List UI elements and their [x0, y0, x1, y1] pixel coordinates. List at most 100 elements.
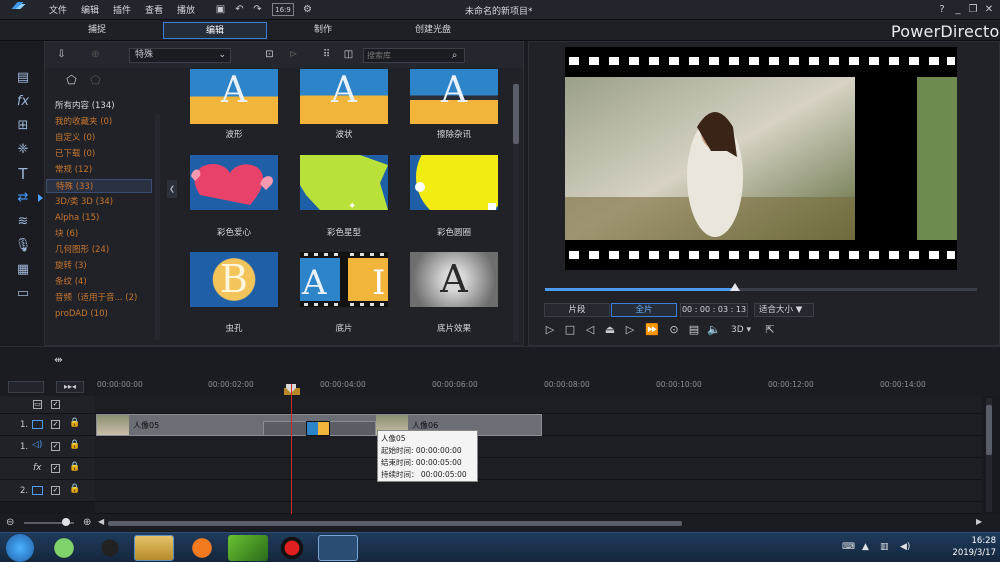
all-tracks-view-icon[interactable]: ▭ — [33, 400, 42, 409]
thumb-color-circle[interactable] — [410, 155, 498, 210]
timeline-horizontal-scrollbar-thumb[interactable] — [108, 521, 682, 526]
video-track-1-checkbox[interactable]: ✓ — [51, 420, 60, 429]
track-manager-button[interactable] — [8, 381, 44, 393]
thumb-noise-wipe[interactable]: A — [410, 69, 498, 124]
settings-gear-icon[interactable]: ⚙ — [301, 3, 314, 16]
menu-plugins[interactable]: 插件 — [113, 3, 131, 16]
play-icon[interactable]: ▷ — [542, 322, 558, 338]
timecode-display[interactable]: 00 : 00 : 03 : 13 — [680, 303, 748, 317]
fit-size-select[interactable]: 适合大小 ▼ — [754, 303, 814, 317]
zoom-in-icon[interactable]: ⊕ — [83, 517, 91, 528]
library-scrollbar-thumb[interactable] — [513, 84, 519, 144]
clip-mode-button[interactable]: 片段 — [544, 303, 610, 317]
thumb-color-star[interactable]: ✦ — [300, 155, 388, 210]
all-tracks-checkbox[interactable]: ✓ — [51, 400, 60, 409]
audio-mix-room-icon[interactable]: ≋ — [14, 213, 32, 231]
undock-preview-icon[interactable]: ⇱ — [762, 322, 778, 338]
tree-item-3d[interactable]: 3D/类 3D (34) — [55, 195, 151, 209]
keyboard-icon[interactable]: ⌨ — [842, 542, 855, 552]
menu-file[interactable]: 文件 — [49, 3, 67, 16]
transition-room-icon[interactable]: ⇄ — [14, 189, 32, 207]
volume-icon[interactable]: 🔈 — [706, 322, 722, 338]
thumb-wavy[interactable]: A — [300, 69, 388, 124]
grid-view-icon[interactable]: ⠿ — [320, 48, 333, 61]
tab-create-disc[interactable]: 创建光盘 — [388, 22, 478, 39]
add-tag-icon[interactable]: ⬠ — [65, 74, 78, 87]
media-room-icon[interactable]: ▤ — [14, 69, 32, 87]
fit-timeline-icon[interactable]: ⇹ — [52, 354, 65, 367]
tree-scrollbar[interactable] — [155, 114, 160, 340]
transition-thumbnail[interactable] — [306, 421, 330, 436]
app-360-icon[interactable] — [44, 535, 84, 561]
thumb-wave[interactable]: A — [190, 69, 278, 124]
help-icon[interactable]: ? — [936, 3, 948, 16]
tree-item-downloaded[interactable]: 已下载 (0) — [55, 147, 151, 161]
app-qq-icon[interactable] — [90, 535, 130, 561]
taskbar-clock[interactable]: 16:28 2019/3/17 — [932, 535, 996, 559]
network-icon[interactable]: ▥ — [880, 542, 889, 552]
thumb-film-effect[interactable]: A — [410, 252, 498, 307]
stop-icon[interactable]: □ — [562, 322, 578, 338]
fx-track-checkbox[interactable]: ✓ — [51, 464, 60, 473]
tree-item-prodad[interactable]: proDAD (10) — [55, 307, 151, 321]
category-select[interactable]: 特殊 ⌄ — [129, 48, 231, 63]
tree-item-alpha[interactable]: Alpha (15) — [55, 211, 151, 225]
lock-icon[interactable]: 🔒 — [69, 462, 80, 472]
tree-item-custom[interactable]: 自定义 (0) — [55, 131, 151, 145]
tab-edit[interactable]: 编辑 — [163, 22, 267, 39]
tray-expand-icon[interactable]: ▲ — [862, 542, 869, 552]
redo-icon[interactable]: ↷ — [251, 3, 264, 16]
tab-capture[interactable]: 捕捉 — [52, 22, 142, 39]
zoom-out-icon[interactable]: ⊖ — [6, 517, 14, 528]
subtitle-room-icon[interactable]: ▭ — [14, 285, 32, 303]
voiceover-room-icon[interactable]: 🎙 — [14, 237, 32, 255]
app-explorer-icon[interactable] — [134, 535, 174, 561]
search-icon[interactable]: ⌕ — [448, 49, 461, 62]
save-icon[interactable]: ▣ — [214, 3, 227, 16]
menu-edit[interactable]: 编辑 — [81, 3, 99, 16]
mark-icon[interactable]: ⏏ — [602, 322, 618, 338]
app-recorder-icon[interactable] — [272, 535, 312, 561]
lock-icon[interactable]: 🔒 — [69, 484, 80, 494]
particle-room-icon[interactable]: ❈ — [14, 141, 32, 159]
thumb-wormhole[interactable]: B — [190, 252, 278, 307]
audio-track-1-checkbox[interactable]: ✓ — [51, 442, 60, 451]
subtitle-icon[interactable]: ▤ — [686, 322, 702, 338]
new-tag-icon[interactable]: ⊡ — [263, 48, 276, 61]
tree-item-favorites[interactable]: 我的收藏夹 (0) — [55, 115, 151, 129]
tree-item-general[interactable]: 常规 (12) — [55, 163, 151, 177]
tree-item-all[interactable]: 所有内容 (134) — [55, 99, 151, 113]
menu-view[interactable]: 查看 — [145, 3, 163, 16]
scroll-right-icon[interactable]: ▶ — [976, 517, 982, 526]
volume-tray-icon[interactable]: ◀) — [900, 542, 910, 552]
title-room-icon[interactable]: T — [14, 165, 32, 183]
lock-icon[interactable]: 🔒 — [69, 440, 80, 450]
zoom-slider-knob[interactable] — [62, 518, 70, 526]
3d-mode-toggle[interactable]: 3D ▾ — [728, 322, 754, 338]
timeline-vertical-scrollbar-thumb[interactable] — [986, 405, 992, 455]
app-firefox-icon[interactable] — [182, 535, 222, 561]
menu-play[interactable]: 播放 — [177, 3, 195, 16]
collapse-tree-button[interactable]: ❮ — [167, 180, 177, 198]
snapshot-icon[interactable]: ⊙ — [666, 322, 682, 338]
thumb-film[interactable]: A I — [300, 252, 388, 307]
start-button-icon[interactable] — [6, 534, 34, 562]
undo-icon[interactable]: ↶ — [233, 3, 246, 16]
apply-all-icon[interactable]: ◫ — [342, 48, 355, 61]
tree-item-special[interactable]: 特殊 (33) — [46, 179, 152, 193]
minimize-icon[interactable]: _ — [952, 3, 964, 16]
pip-room-icon[interactable]: ⊞ — [14, 117, 32, 135]
video-track-2-checkbox[interactable]: ✓ — [51, 486, 60, 495]
tree-item-rotate[interactable]: 旋转 (3) — [55, 259, 151, 273]
fast-forward-icon[interactable]: ⏩ — [644, 322, 660, 338]
aspect-ratio-icon[interactable]: 16:9 — [272, 3, 294, 16]
preview-scrubber-knob[interactable] — [730, 283, 740, 291]
app-powerdirector-icon[interactable] — [318, 535, 358, 561]
tab-produce[interactable]: 制作 — [278, 22, 368, 39]
tree-item-geometric[interactable]: 几何图形 (24) — [55, 243, 151, 257]
tree-item-block[interactable]: 块 (6) — [55, 227, 151, 241]
restore-icon[interactable]: ❐ — [967, 3, 979, 16]
tree-item-stripe[interactable]: 条纹 (4) — [55, 275, 151, 289]
movie-mode-button[interactable]: 全片 — [611, 303, 677, 317]
close-icon[interactable]: ✕ — [983, 3, 995, 16]
